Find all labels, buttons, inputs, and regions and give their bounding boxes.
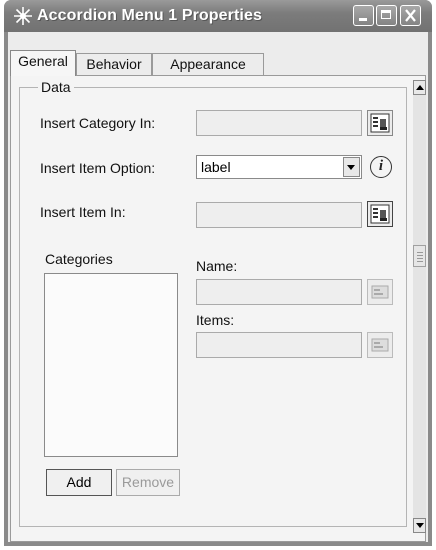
- grip-line: [417, 261, 423, 262]
- items-field: [196, 332, 362, 358]
- close-button[interactable]: [400, 5, 421, 26]
- target-picker-icon: [370, 113, 390, 133]
- name-edit-button: [367, 279, 393, 305]
- insert-category-picker-button[interactable]: [367, 110, 393, 136]
- insert-category-field: [196, 110, 362, 136]
- tab-behavior[interactable]: Behavior: [76, 53, 152, 75]
- arrow-down-icon: [416, 523, 424, 528]
- grip-line: [417, 252, 423, 253]
- minimize-button[interactable]: [353, 5, 374, 26]
- categories-list[interactable]: [44, 273, 178, 457]
- items-edit-button: [367, 332, 393, 358]
- tab-strip: General Behavior Appearance: [10, 50, 310, 76]
- add-button[interactable]: Add: [46, 469, 112, 496]
- minimize-icon: [359, 18, 367, 21]
- title-bar[interactable]: Accordion Menu 1 Properties: [4, 0, 432, 32]
- arrow-up-icon: [416, 85, 424, 90]
- data-group-legend: Data: [38, 79, 74, 95]
- maximize-icon: [381, 10, 391, 19]
- list-edit-icon: [371, 338, 389, 352]
- window-title: Accordion Menu 1 Properties: [37, 7, 262, 24]
- list-edit-icon: [371, 285, 389, 299]
- remove-button: Remove: [116, 469, 180, 496]
- name-field: [196, 279, 362, 305]
- insert-item-option-label: Insert Item Option:: [40, 160, 156, 176]
- info-icon[interactable]: i: [370, 156, 392, 178]
- insert-item-in-label: Insert Item In:: [40, 204, 126, 220]
- tab-panel-general: Data Insert Category In: Insert Item Opt…: [10, 75, 426, 542]
- grip-line: [417, 258, 423, 259]
- properties-window: Accordion Menu 1 Properties General Beha…: [4, 0, 432, 546]
- name-label: Name:: [196, 258, 238, 274]
- categories-label: Categories: [45, 251, 113, 267]
- window-client: General Behavior Appearance Data Insert …: [8, 32, 428, 542]
- close-icon: [405, 9, 416, 22]
- insert-category-label: Insert Category In:: [40, 115, 156, 131]
- data-group: Data Insert Category In: Insert Item Opt…: [19, 79, 407, 527]
- maximize-button[interactable]: [376, 5, 397, 26]
- vertical-scrollbar[interactable]: [413, 80, 426, 533]
- insert-item-option-value: label: [201, 159, 231, 175]
- insert-item-option-dropdown-button[interactable]: [343, 157, 360, 177]
- items-label: Items:: [196, 312, 235, 328]
- tab-appearance[interactable]: Appearance: [152, 53, 264, 75]
- chevron-down-icon: [347, 165, 355, 170]
- scroll-thumb[interactable]: [413, 245, 426, 267]
- scroll-up-button[interactable]: [413, 80, 426, 95]
- scroll-down-button[interactable]: [413, 518, 426, 533]
- grip-line: [417, 255, 423, 256]
- star-burst-icon: [14, 7, 32, 25]
- tab-general[interactable]: General: [10, 50, 76, 76]
- insert-item-in-picker-button[interactable]: [367, 201, 393, 227]
- insert-item-option-select[interactable]: label: [196, 155, 362, 179]
- insert-item-in-field: [196, 202, 362, 228]
- target-picker-icon: [370, 204, 390, 224]
